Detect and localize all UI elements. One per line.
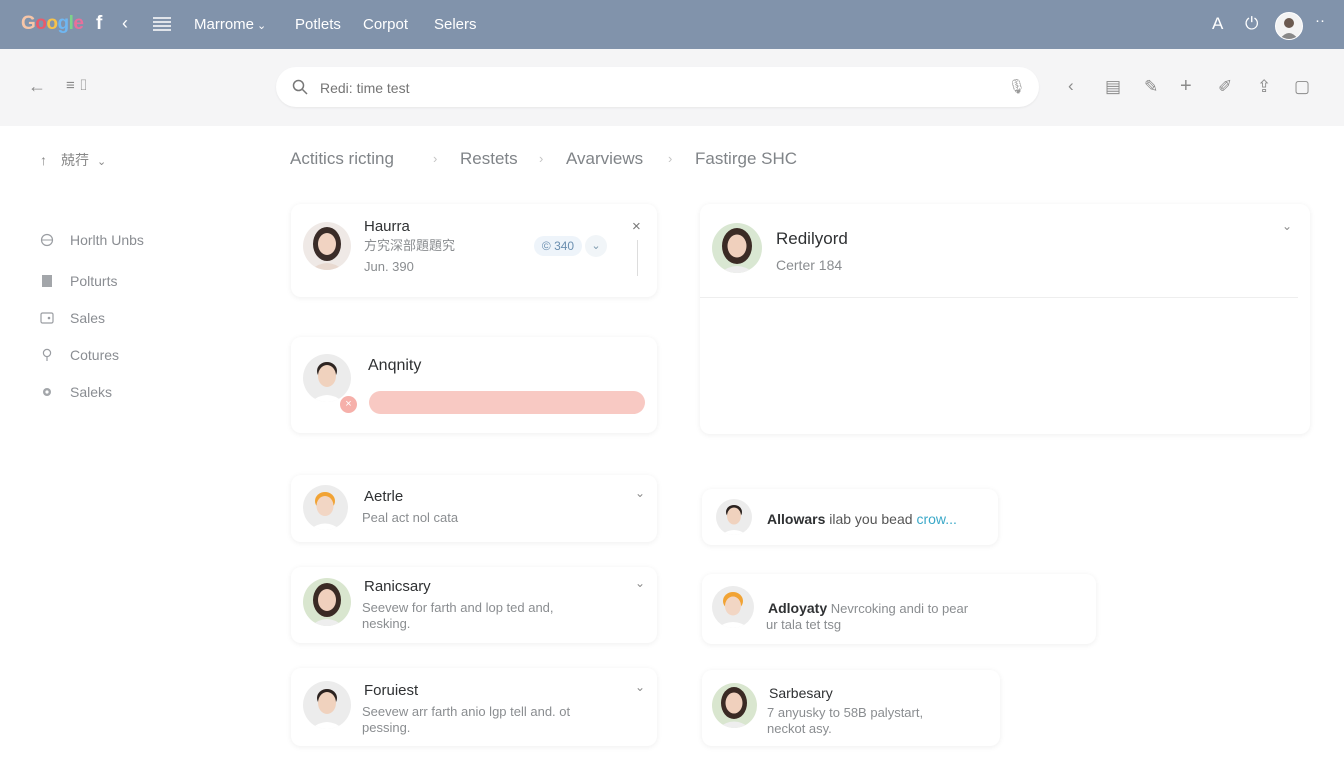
up-arrow-icon: ↑ — [40, 152, 47, 168]
avatar — [716, 499, 752, 535]
google-logo[interactable]: Google — [21, 13, 84, 35]
contact-name: Ranicsary — [364, 578, 431, 595]
contact-name: Anqnity — [368, 357, 422, 374]
breadcrumb-2[interactable]: Restets — [460, 149, 518, 169]
avatar[interactable] — [1275, 12, 1303, 40]
divider — [700, 297, 1298, 298]
contact-date: Jun. 390 — [364, 259, 414, 274]
chevron-down-icon: ⌄ — [97, 156, 107, 168]
contact-name: Sarbesary — [769, 685, 833, 701]
avatar — [712, 223, 762, 273]
more-icon[interactable]: ·· — [1315, 13, 1325, 28]
top-bar: Google f ‹ Marrome ⌄ Potlets Corpot Seler… — [0, 0, 1344, 49]
contact-name: Foruiest — [364, 682, 419, 699]
nav-selers[interactable]: Selers — [434, 16, 477, 33]
chevron-down-icon[interactable]: ⌄ — [635, 576, 645, 590]
close-icon[interactable]: × — [632, 218, 641, 235]
avatar — [712, 586, 754, 628]
breadcrumb-4[interactable]: Fastirge SHC — [695, 149, 797, 169]
contact-detail: ur tala tet tsg — [766, 617, 842, 632]
sidebar-item-horlth-unbs[interactable]: Horlth Unbs — [40, 232, 144, 248]
pin-icon — [42, 348, 52, 361]
nav-potlets[interactable]: Potlets — [295, 16, 341, 33]
contact-detail: pessing. — [362, 720, 411, 735]
facebook-icon[interactable]: f — [96, 14, 102, 33]
contact-detail: Seevew arr farth anio lgp tell and. ot — [362, 704, 571, 719]
search-bar[interactable]: 🎙︎ — [276, 67, 1039, 107]
breadcrumb-separator: › — [668, 151, 673, 166]
contact-message: Allowars ilab you bead crow... — [767, 511, 957, 527]
list-icon[interactable] — [153, 16, 171, 32]
contact-name: Aetrle — [364, 488, 404, 505]
breadcrumb-separator: › — [539, 151, 544, 166]
contact-detail: 7 anyusky to 58B palystart, — [767, 705, 924, 720]
contact-detail: nesking. — [362, 616, 411, 631]
add-icon[interactable]: + — [1180, 76, 1192, 96]
contact-message: Adloyaty Nevrcoking andi to pear — [768, 600, 969, 616]
sidebar-item-cotures[interactable]: Cotures — [40, 347, 119, 363]
toolbar: ← ≡ ⌷ 🎙︎ ‹ ▤ ✎ + ✐ ⇪ ▢ — [0, 49, 1344, 126]
contact-detail: Certer 184 — [776, 257, 843, 273]
avatar — [712, 683, 757, 728]
text-size-icon[interactable]: A — [1212, 15, 1223, 32]
nav-corpot[interactable]: Corpot — [363, 16, 408, 33]
sidebar-header[interactable]: ↑ 兢荇 ⌄ — [40, 150, 106, 170]
wallet-icon — [40, 312, 54, 324]
contact-detail: Peal act nol cata — [362, 510, 459, 525]
nav-marrome[interactable]: Marrome ⌄ — [194, 16, 266, 33]
copy-icon[interactable]: ▢ — [1294, 78, 1310, 95]
archive-icon[interactable]: ▤ — [1105, 78, 1121, 95]
sidebar-item-polturts[interactable]: Polturts — [40, 273, 117, 289]
avatar — [303, 681, 351, 729]
gear-icon — [43, 388, 51, 396]
contact-name: Redilyord — [776, 229, 848, 248]
globe-icon — [40, 233, 54, 247]
progress-bar — [369, 391, 645, 414]
prev-icon[interactable]: ‹ — [1068, 77, 1074, 94]
chevron-down-icon[interactable]: ⌄ — [635, 680, 645, 694]
contact-name: Haurra — [364, 218, 410, 235]
pen-icon[interactable]: ✐ — [1218, 78, 1232, 95]
contact-detail: neckot asy. — [767, 721, 832, 736]
avatar — [303, 222, 351, 270]
breadcrumb-separator: › — [433, 151, 438, 166]
avatar — [303, 485, 348, 530]
filter-icon[interactable]: ≡ ⌷ — [66, 78, 88, 93]
status-badge[interactable]: © 340 — [534, 236, 582, 256]
avatar — [303, 578, 351, 626]
breadcrumb-1[interactable]: Actitics ricting — [290, 149, 394, 169]
contact-detail: Seevew for farth and lop ted and, — [362, 600, 554, 615]
avatar — [303, 354, 351, 402]
remove-icon[interactable]: × — [340, 396, 357, 413]
back-icon[interactable]: ‹ — [122, 14, 128, 32]
back-arrow-icon[interactable]: ← — [28, 77, 46, 95]
chevron-down-icon: ⌄ — [257, 20, 267, 32]
chevron-down-icon[interactable]: ⌄ — [1282, 219, 1292, 233]
power-icon[interactable]: ⏻ — [1245, 15, 1258, 32]
divider — [637, 240, 638, 276]
document-icon — [42, 275, 52, 287]
sidebar-item-saleks[interactable]: Saleks — [40, 384, 112, 400]
search-input[interactable] — [318, 76, 982, 100]
progress-fill — [369, 391, 645, 414]
mic-icon[interactable]: 🎙︎ — [1008, 78, 1026, 95]
contact-detail: 方究深部題題究 — [364, 238, 456, 253]
breadcrumb-3[interactable]: Avarviews — [566, 149, 643, 169]
search-icon — [292, 79, 308, 95]
sidebar-item-sales[interactable]: Sales — [40, 310, 105, 326]
chevron-down-icon[interactable]: ⌄ — [635, 486, 645, 500]
chevron-down-icon[interactable]: ⌄ — [585, 235, 607, 257]
edit-icon[interactable]: ✎ — [1144, 78, 1158, 95]
share-icon[interactable]: ⇪ — [1257, 78, 1271, 95]
